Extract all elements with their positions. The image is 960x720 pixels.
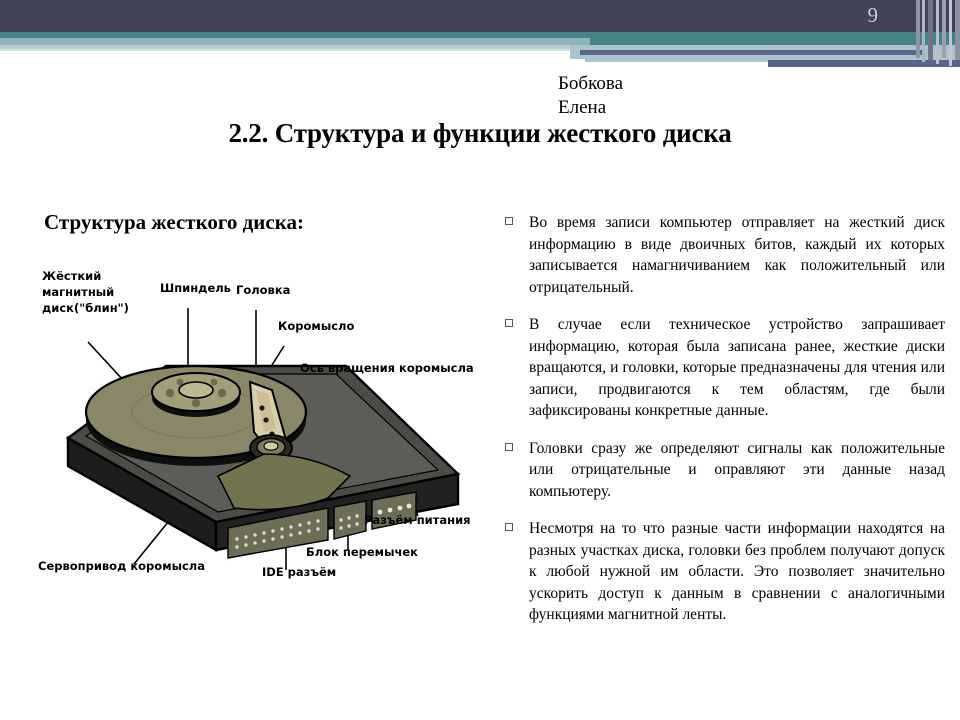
spindle-screw-1 — [165, 388, 175, 398]
actuator-hole-2 — [263, 417, 269, 423]
jumper-block-housing — [333, 500, 367, 540]
header-vertical-bar-1 — [916, 0, 920, 58]
author-block: Бобкова Елена — [558, 72, 758, 120]
label-power-connector: Разъём питания — [364, 513, 471, 527]
spindle-screw-3 — [191, 398, 201, 408]
bullet-square-icon — [505, 212, 529, 227]
list-item: Головки сразу же определяют сигналы как … — [505, 438, 945, 503]
spindle-hub — [151, 372, 241, 417]
header-vertical-bar-3 — [928, 0, 933, 60]
label-actuator-arm: Коромысло — [278, 319, 354, 333]
label-voice-coil: Сервопривод коромысла — [38, 559, 205, 573]
bullet-text-random-access: Несмотря на то что разные части информац… — [529, 520, 945, 623]
list-item: Несмотря на то что разные части информац… — [505, 518, 945, 626]
spindle-screw-2 — [217, 388, 227, 398]
spindle-screw-4 — [176, 378, 184, 386]
bullet-text-signal-detection: Головки сразу же определяют сигналы как … — [529, 439, 945, 500]
bullet-text-write-process: Во время записи компьютер отправляет на … — [529, 214, 945, 296]
slide-header-decoration — [0, 0, 960, 75]
page-number: 9 — [867, 3, 879, 27]
label-spindle: Шпиндель — [160, 281, 231, 295]
label-ide-connector: IDE разъём — [262, 565, 336, 579]
header-slate-rule-lower — [768, 60, 960, 67]
header-vertical-bar-7 — [955, 0, 960, 60]
label-head: Головка — [236, 283, 290, 297]
header-slate-rule-upper — [580, 50, 925, 55]
bullet-square-icon — [505, 518, 529, 533]
section-subtitle: Структура жесткого диска: — [44, 210, 304, 234]
header-vertical-bar-6 — [949, 0, 952, 66]
slide-title: 2.2. Структура и функции жесткого диска — [228, 118, 732, 148]
bullet-square-icon — [505, 438, 529, 453]
list-item: Во время записи компьютер отправляет на … — [505, 212, 945, 298]
header-dark-band — [0, 0, 960, 32]
spindle-center-cap — [178, 381, 214, 399]
pivot-inner — [263, 441, 279, 451]
label-jumper-block: Блок перемычек — [306, 545, 418, 559]
author-given-name: Елена — [558, 97, 607, 118]
hard-disk-diagram: Жёсткий магнитный диск("блин") Шпиндель … — [28, 262, 488, 602]
header-vertical-bar-4 — [936, 0, 939, 64]
author-surname: Бобкова — [558, 73, 623, 94]
label-platter: Жёсткий магнитный диск("блин") — [42, 269, 129, 315]
list-item: В случае если техническое устройство зап… — [505, 314, 945, 422]
bullet-square-icon — [505, 314, 529, 329]
header-vertical-bar-5 — [942, 0, 946, 58]
spindle-screw-5 — [210, 378, 218, 386]
header-teal-accent — [0, 38, 590, 45]
bullet-text-read-request: В случае если техническое устройство зап… — [529, 316, 945, 419]
header-vertical-bar-2 — [922, 0, 925, 62]
jumper-block — [333, 500, 367, 540]
bullet-list: Во время записи компьютер отправляет на … — [505, 212, 945, 642]
actuator-hole-1 — [259, 405, 265, 411]
label-pivot-axis: Ось вращения коромысла — [300, 361, 474, 375]
